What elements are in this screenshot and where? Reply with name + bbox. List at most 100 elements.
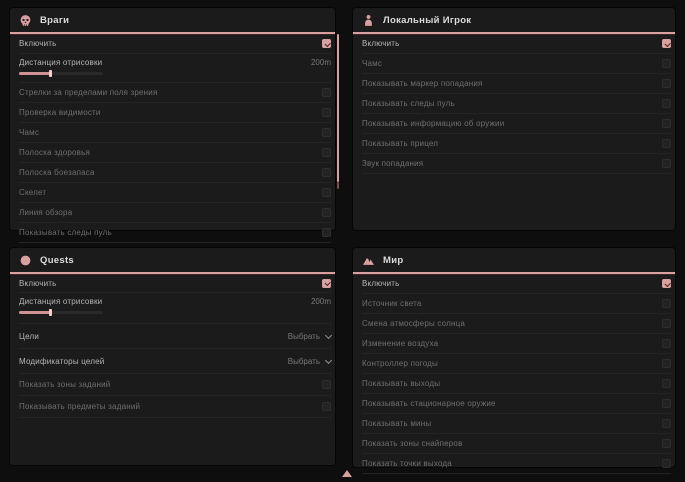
option-label: Смена атмосферы солнца — [362, 319, 465, 328]
option-label: Показывать мины — [362, 419, 431, 428]
option-row[interactable]: Показать зоны заданий — [19, 374, 331, 396]
checkbox[interactable] — [662, 399, 671, 408]
option-label: Скелет — [19, 188, 46, 197]
dropdown-select[interactable]: Выбрать — [288, 332, 331, 341]
option-label: Чамс — [19, 128, 39, 137]
option-row[interactable]: ЦелиВыбрать — [19, 324, 331, 349]
option-label: Показывать маркер попадания — [362, 79, 483, 88]
option-row[interactable]: Проверка видимости — [19, 103, 331, 123]
option-row[interactable]: Чамс — [19, 123, 331, 143]
checkbox[interactable] — [662, 379, 671, 388]
checkbox[interactable] — [662, 359, 671, 368]
option-row[interactable]: Показывать следы пуль — [19, 223, 331, 243]
check-icon — [664, 40, 670, 46]
option-row[interactable]: Источник света — [362, 294, 671, 314]
checkbox[interactable] — [322, 128, 331, 137]
option-label: Модификаторы целей — [19, 357, 104, 366]
checkbox[interactable] — [662, 439, 671, 448]
scrollbar-end-cap — [337, 182, 339, 189]
option-row[interactable]: Показывать выходы — [362, 374, 671, 394]
checkbox[interactable] — [322, 88, 331, 97]
panel-world-header[interactable]: Мир — [353, 248, 675, 274]
checkbox[interactable] — [322, 208, 331, 217]
checkbox[interactable] — [662, 99, 671, 108]
option-row[interactable]: Показать точки выхода — [362, 454, 671, 474]
panel-title: Quests — [40, 255, 74, 266]
checkbox[interactable] — [662, 339, 671, 348]
checkbox[interactable] — [322, 108, 331, 117]
checkbox[interactable] — [322, 228, 331, 237]
option-row[interactable]: Показывать следы пуль — [362, 94, 671, 114]
check-icon — [664, 280, 670, 286]
checkbox[interactable] — [322, 402, 331, 411]
option-row[interactable]: Показывать стационарное оружие — [362, 394, 671, 414]
option-row[interactable]: Дистанция отрисовки200m — [19, 293, 331, 324]
option-row[interactable]: Модификаторы целей Выбрать — [19, 349, 331, 374]
checkbox[interactable] — [322, 148, 331, 157]
checkbox[interactable] — [662, 119, 671, 128]
option-label: Полоска здоровья — [19, 148, 90, 157]
panel-title: Локальный Игрок — [383, 15, 471, 26]
slider-value: 200m — [311, 58, 331, 67]
option-row[interactable]: Смена атмосферы солнца — [362, 314, 671, 334]
checkbox[interactable] — [662, 299, 671, 308]
option-row[interactable]: Стрелки за пределами поля зрения — [19, 83, 331, 103]
checkbox[interactable] — [662, 319, 671, 328]
panel-quests-header[interactable]: Quests — [10, 248, 335, 274]
slider-fill — [19, 72, 51, 75]
panel-world: Мир Включить Источник света Смена атмосфер… — [353, 248, 675, 467]
panel-enemies-header[interactable]: Враги — [10, 8, 335, 34]
render-distance-slider[interactable] — [19, 311, 103, 314]
option-row[interactable]: Дистанция отрисовки200m — [19, 54, 331, 83]
option-row[interactable]: Включить — [362, 34, 671, 54]
option-row[interactable]: Включить — [19, 34, 331, 54]
panel-local-player-header[interactable]: Локальный Игрок — [353, 8, 675, 34]
panel-title: Мир — [383, 255, 403, 266]
option-row[interactable]: Включить — [19, 274, 331, 293]
render-distance-slider[interactable] — [19, 72, 103, 75]
option-label: Чамс — [362, 59, 382, 68]
scroll-indicator-triangle — [342, 470, 352, 477]
checkbox[interactable] — [322, 380, 331, 389]
option-row[interactable]: Показывать прицел — [362, 134, 671, 154]
checkbox[interactable] — [662, 159, 671, 168]
option-row[interactable]: Чамс — [362, 54, 671, 74]
option-row[interactable]: Полоска боезапаса — [19, 163, 331, 183]
slider-thumb[interactable] — [49, 70, 52, 77]
option-label: Источник света — [362, 299, 422, 308]
left-column-scrollbar[interactable] — [337, 34, 339, 182]
option-row[interactable]: Показать зоны снайперов — [362, 434, 671, 454]
dropdown-select[interactable]: Выбрать — [288, 357, 331, 366]
option-row[interactable]: Контроллер погоды — [362, 354, 671, 374]
checkbox-checked[interactable] — [662, 39, 671, 48]
option-row[interactable]: Включить — [362, 274, 671, 294]
checkbox[interactable] — [322, 168, 331, 177]
option-label: Включить — [19, 279, 57, 288]
slider-value: 200m — [311, 297, 331, 306]
checkbox-checked[interactable] — [662, 279, 671, 288]
panel-title: Враги — [40, 15, 69, 26]
option-row[interactable]: Показывать предметы заданий — [19, 396, 331, 418]
checkbox[interactable] — [662, 419, 671, 428]
option-row[interactable]: Показывать информацию об оружии — [362, 114, 671, 134]
skull-icon — [19, 14, 32, 27]
checkbox[interactable] — [322, 188, 331, 197]
slider-thumb[interactable] — [49, 309, 52, 316]
option-row[interactable]: Показывать маркер попадания — [362, 74, 671, 94]
checkbox[interactable] — [662, 139, 671, 148]
option-row[interactable]: Показывать мины — [362, 414, 671, 434]
checkbox[interactable] — [662, 459, 671, 468]
checkbox[interactable] — [662, 59, 671, 68]
option-row[interactable]: Линия обзора — [19, 203, 331, 223]
option-label: Показать зоны заданий — [19, 380, 110, 389]
checkbox-checked[interactable] — [322, 279, 331, 288]
panel-enemies: Враги ВключитьДистанция отрисовки200mСтр… — [10, 8, 335, 230]
option-row[interactable]: Полоска здоровья — [19, 143, 331, 163]
checkbox[interactable] — [662, 79, 671, 88]
option-row[interactable]: Скелет — [19, 183, 331, 203]
slider-fill — [19, 311, 51, 314]
mountain-icon — [362, 254, 375, 267]
checkbox-checked[interactable] — [322, 39, 331, 48]
option-row[interactable]: Звук попадания — [362, 154, 671, 174]
option-row[interactable]: Изменение воздуха — [362, 334, 671, 354]
